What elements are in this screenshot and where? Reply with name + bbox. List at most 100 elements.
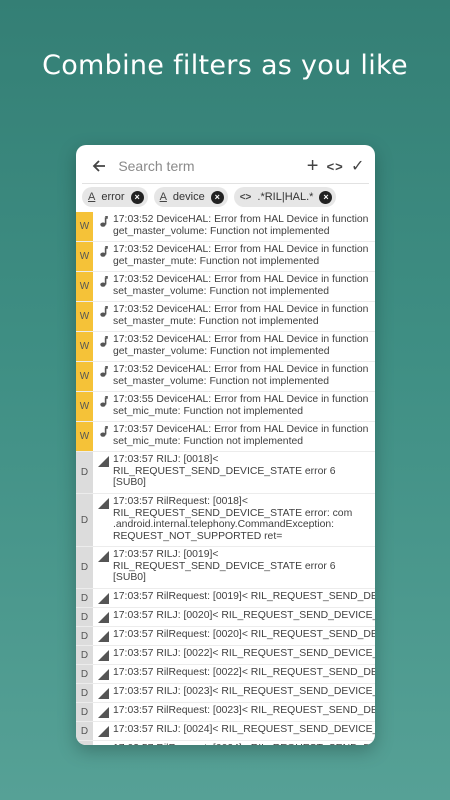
log-level-badge: D [76, 646, 93, 664]
music-note-icon [93, 362, 113, 391]
signal-icon [93, 703, 113, 721]
music-note-icon [93, 302, 113, 331]
log-level-badge: W [76, 332, 93, 361]
log-level-badge: W [76, 272, 93, 301]
log-entry-text: 17:03:52 DeviceHAL: Error from HAL Devic… [113, 364, 369, 387]
log-entry-text: 17:03:57 RILJ: [0018]< RIL_REQUEST_SEND_… [113, 454, 336, 489]
log-entry-text: 17:03:57 DeviceHAL: Error from HAL Devic… [113, 424, 369, 447]
filter-chips: A error × A device × <> .*RIL|HAL.* × [82, 187, 372, 209]
filter-chip-regex[interactable]: <> .*RIL|HAL.* × [233, 187, 337, 207]
log-entry-text: 17:03:57 RilRequest: [0020]< RIL_REQUEST… [113, 629, 375, 640]
log-entry-text: 17:03:52 DeviceHAL: Error from HAL Devic… [113, 274, 369, 297]
log-entry[interactable]: D 17:03:57 RilRequest: [0018]< RIL_REQUES… [76, 494, 375, 547]
plus-icon: + [306, 155, 319, 177]
code-brackets-icon: <> [326, 158, 344, 174]
music-note-icon [93, 392, 113, 421]
log-level-badge: D [76, 547, 93, 588]
log-entry[interactable]: W 17:03:57 DeviceHAL: Error from HAL Devi… [76, 422, 375, 452]
log-entry[interactable]: W 17:03:52 DeviceHAL: Error from HAL Devi… [76, 212, 375, 242]
log-entry-text: 17:03:57 RilRequest: [0023]< RIL_REQUEST… [113, 705, 375, 716]
log-entry[interactable]: D 17:03:57 RILJ: [0018]< RIL_REQUEST_SEND… [76, 452, 375, 494]
close-icon[interactable]: × [319, 190, 333, 204]
log-entry[interactable]: W 17:03:52 DeviceHAL: Error from HAL Devi… [76, 272, 375, 302]
log-entry[interactable]: D 17:03:57 RilRequest: [0019]< RIL_REQUES… [76, 589, 375, 608]
confirm-button[interactable]: ✓ [346, 152, 369, 180]
log-entry-text: 17:03:57 RilRequest: [0019]< RIL_REQUEST… [113, 591, 375, 602]
log-entry-text: 17:03:57 RILJ: [0020]< RIL_REQUEST_SEND_… [113, 610, 375, 621]
add-filter-button[interactable]: + [301, 152, 324, 180]
log-entry-text: 17:03:57 RILJ: [0019]< RIL_REQUEST_SEND_… [113, 549, 336, 584]
checkmark-icon: ✓ [351, 158, 365, 175]
signal-icon [93, 722, 113, 740]
log-level-badge: D [76, 741, 93, 745]
log-level-badge: D [76, 665, 93, 683]
signal-icon [93, 627, 113, 645]
filter-chip-label: .*RIL|HAL.* [257, 191, 314, 203]
text-filter-icon: A [159, 191, 167, 203]
log-level-badge: D [76, 684, 93, 702]
search-input[interactable] [116, 157, 302, 175]
log-entry-text: 17:03:57 RILJ: [0022]< RIL_REQUEST_SEND_… [113, 648, 375, 659]
log-entry-text: 17:03:52 DeviceHAL: Error from HAL Devic… [113, 244, 369, 267]
log-entry-text: 17:03:52 DeviceHAL: Error from HAL Devic… [113, 334, 369, 357]
log-entry[interactable]: D 17:03:57 RILJ: [0019]< RIL_REQUEST_SEND… [76, 547, 375, 589]
log-level-badge: D [76, 589, 93, 607]
signal-icon [93, 646, 113, 664]
regex-toggle-button[interactable]: <> [324, 152, 347, 180]
music-note-icon [93, 212, 113, 241]
log-entry[interactable]: D 17:03:57 RilRequest: [0024]< RIL_REQUES… [76, 741, 375, 745]
search-bar: + <> ✓ [82, 149, 369, 184]
regex-filter-icon: <> [239, 191, 252, 203]
log-entry[interactable]: W 17:03:52 DeviceHAL: Error from HAL Devi… [76, 302, 375, 332]
filter-chip-label: device [172, 191, 205, 203]
log-list[interactable]: W 17:03:52 DeviceHAL: Error from HAL Devi… [76, 212, 375, 745]
signal-icon [93, 741, 113, 745]
log-entry-text: 17:03:52 DeviceHAL: Error from HAL Devic… [113, 214, 369, 237]
log-level-badge: W [76, 242, 93, 271]
log-entry[interactable]: D 17:03:57 RilRequest: [0023]< RIL_REQUES… [76, 703, 375, 722]
music-note-icon [93, 272, 113, 301]
log-level-badge: D [76, 703, 93, 721]
back-arrow-icon[interactable] [86, 152, 112, 180]
log-level-badge: D [76, 627, 93, 645]
log-entry[interactable]: D 17:03:57 RILJ: [0024]< RIL_REQUEST_SEND… [76, 722, 375, 741]
log-entry-text: 17:03:55 DeviceHAL: Error from HAL Devic… [113, 394, 369, 417]
log-level-badge: W [76, 362, 93, 391]
signal-icon [93, 608, 113, 626]
log-level-badge: D [76, 722, 93, 740]
log-entry[interactable]: D 17:03:57 RILJ: [0020]< RIL_REQUEST_SEND… [76, 608, 375, 627]
log-entry[interactable]: W 17:03:55 DeviceHAL: Error from HAL Devi… [76, 392, 375, 422]
signal-icon [93, 452, 113, 493]
filter-chip-error[interactable]: A error × [82, 187, 148, 207]
log-entry-text: 17:03:57 RILJ: [0023]< RIL_REQUEST_SEND_… [113, 686, 375, 697]
log-level-badge: W [76, 302, 93, 331]
log-entry-text: 17:03:57 RilRequest: [0022]< RIL_REQUEST… [113, 667, 375, 678]
log-entry[interactable]: W 17:03:52 DeviceHAL: Error from HAL Devi… [76, 332, 375, 362]
log-level-badge: D [76, 452, 93, 493]
log-entry-text: 17:03:52 DeviceHAL: Error from HAL Devic… [113, 304, 369, 327]
log-entry-text: 17:03:57 RilRequest: [0018]< RIL_REQUEST… [113, 496, 353, 542]
music-note-icon [93, 242, 113, 271]
log-entry[interactable]: D 17:03:57 RilRequest: [0022]< RIL_REQUES… [76, 665, 375, 684]
filter-chip-label: error [101, 191, 125, 203]
signal-icon [93, 589, 113, 607]
log-level-badge: W [76, 212, 93, 241]
filter-chip-device[interactable]: A device × [153, 187, 228, 207]
signal-icon [93, 547, 113, 588]
text-filter-icon: A [88, 191, 96, 203]
log-entry-text: 17:03:57 RILJ: [0024]< RIL_REQUEST_SEND_… [113, 724, 375, 735]
log-entry[interactable]: D 17:03:57 RILJ: [0022]< RIL_REQUEST_SEND… [76, 646, 375, 665]
close-icon[interactable]: × [130, 190, 144, 204]
headline: Combine filters as you like [42, 50, 408, 81]
close-icon[interactable]: × [210, 190, 224, 204]
log-entry[interactable]: W 17:03:52 DeviceHAL: Error from HAL Devi… [76, 362, 375, 392]
log-entry[interactable]: D 17:03:57 RILJ: [0023]< RIL_REQUEST_SEND… [76, 684, 375, 703]
log-level-badge: W [76, 422, 93, 451]
log-level-badge: D [76, 608, 93, 626]
signal-icon [93, 684, 113, 702]
log-entry[interactable]: W 17:03:52 DeviceHAL: Error from HAL Devi… [76, 242, 375, 272]
music-note-icon [93, 422, 113, 451]
log-entry[interactable]: D 17:03:57 RilRequest: [0020]< RIL_REQUES… [76, 627, 375, 646]
music-note-icon [93, 332, 113, 361]
signal-icon [93, 665, 113, 683]
